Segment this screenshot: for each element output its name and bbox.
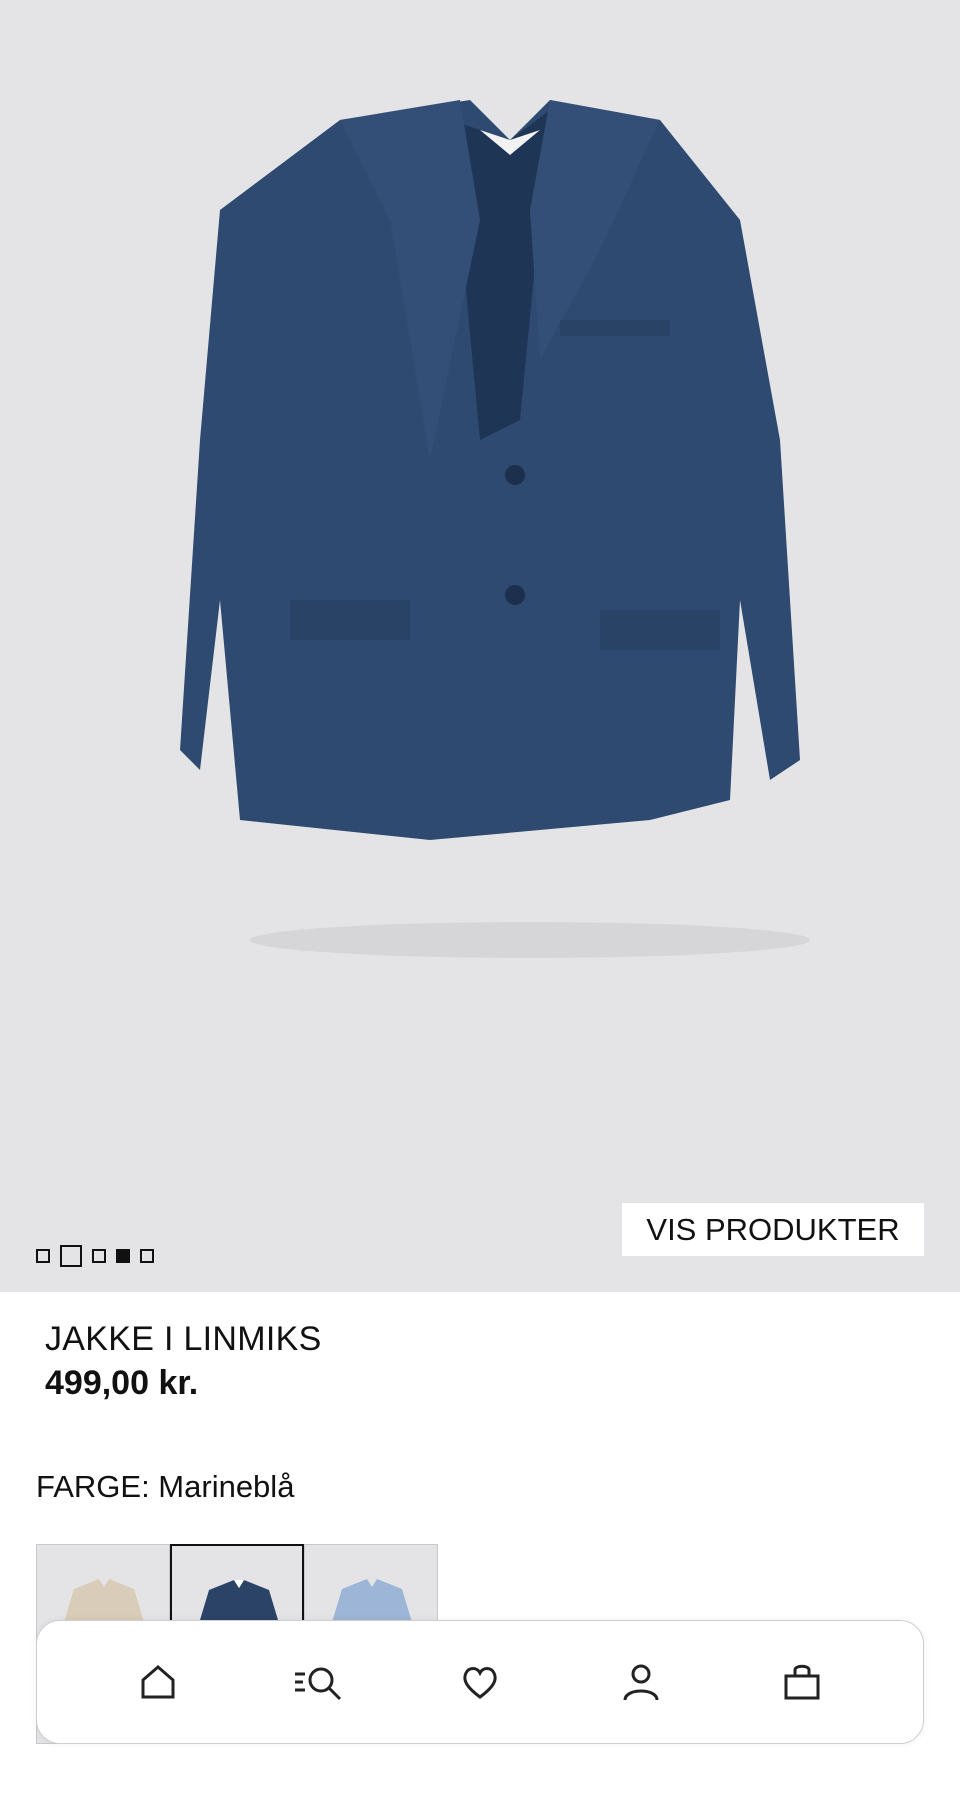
carousel-dot[interactable]: [140, 1249, 154, 1263]
nav-search[interactable]: [289, 1652, 349, 1712]
carousel-dot[interactable]: [36, 1249, 50, 1263]
carousel-dot[interactable]: [92, 1249, 106, 1263]
nav-cart[interactable]: [772, 1652, 832, 1712]
product-title: JAKKE I LINMIKS: [45, 1320, 322, 1358]
bag-icon: [784, 1664, 820, 1700]
user-icon: [623, 1664, 659, 1701]
nav-favorites[interactable]: [450, 1652, 510, 1712]
search-icon: [294, 1667, 341, 1701]
carousel-dot-active[interactable]: [116, 1249, 130, 1263]
carousel-dot[interactable]: [60, 1245, 82, 1267]
bottom-navigation: [36, 1620, 924, 1744]
show-products-button[interactable]: VIS PRODUKTER: [622, 1203, 924, 1256]
carousel-indicator: [36, 1245, 154, 1267]
color-label: FARGE: Marineblå: [36, 1469, 295, 1504]
product-image-carousel[interactable]: VIS PRODUKTER: [0, 0, 960, 1292]
product-price: 499,00 kr.: [45, 1364, 199, 1402]
home-icon: [141, 1665, 175, 1699]
nav-account[interactable]: [611, 1652, 671, 1712]
product-image: [180, 100, 810, 958]
nav-home[interactable]: [128, 1652, 188, 1712]
heart-icon: [463, 1667, 497, 1699]
